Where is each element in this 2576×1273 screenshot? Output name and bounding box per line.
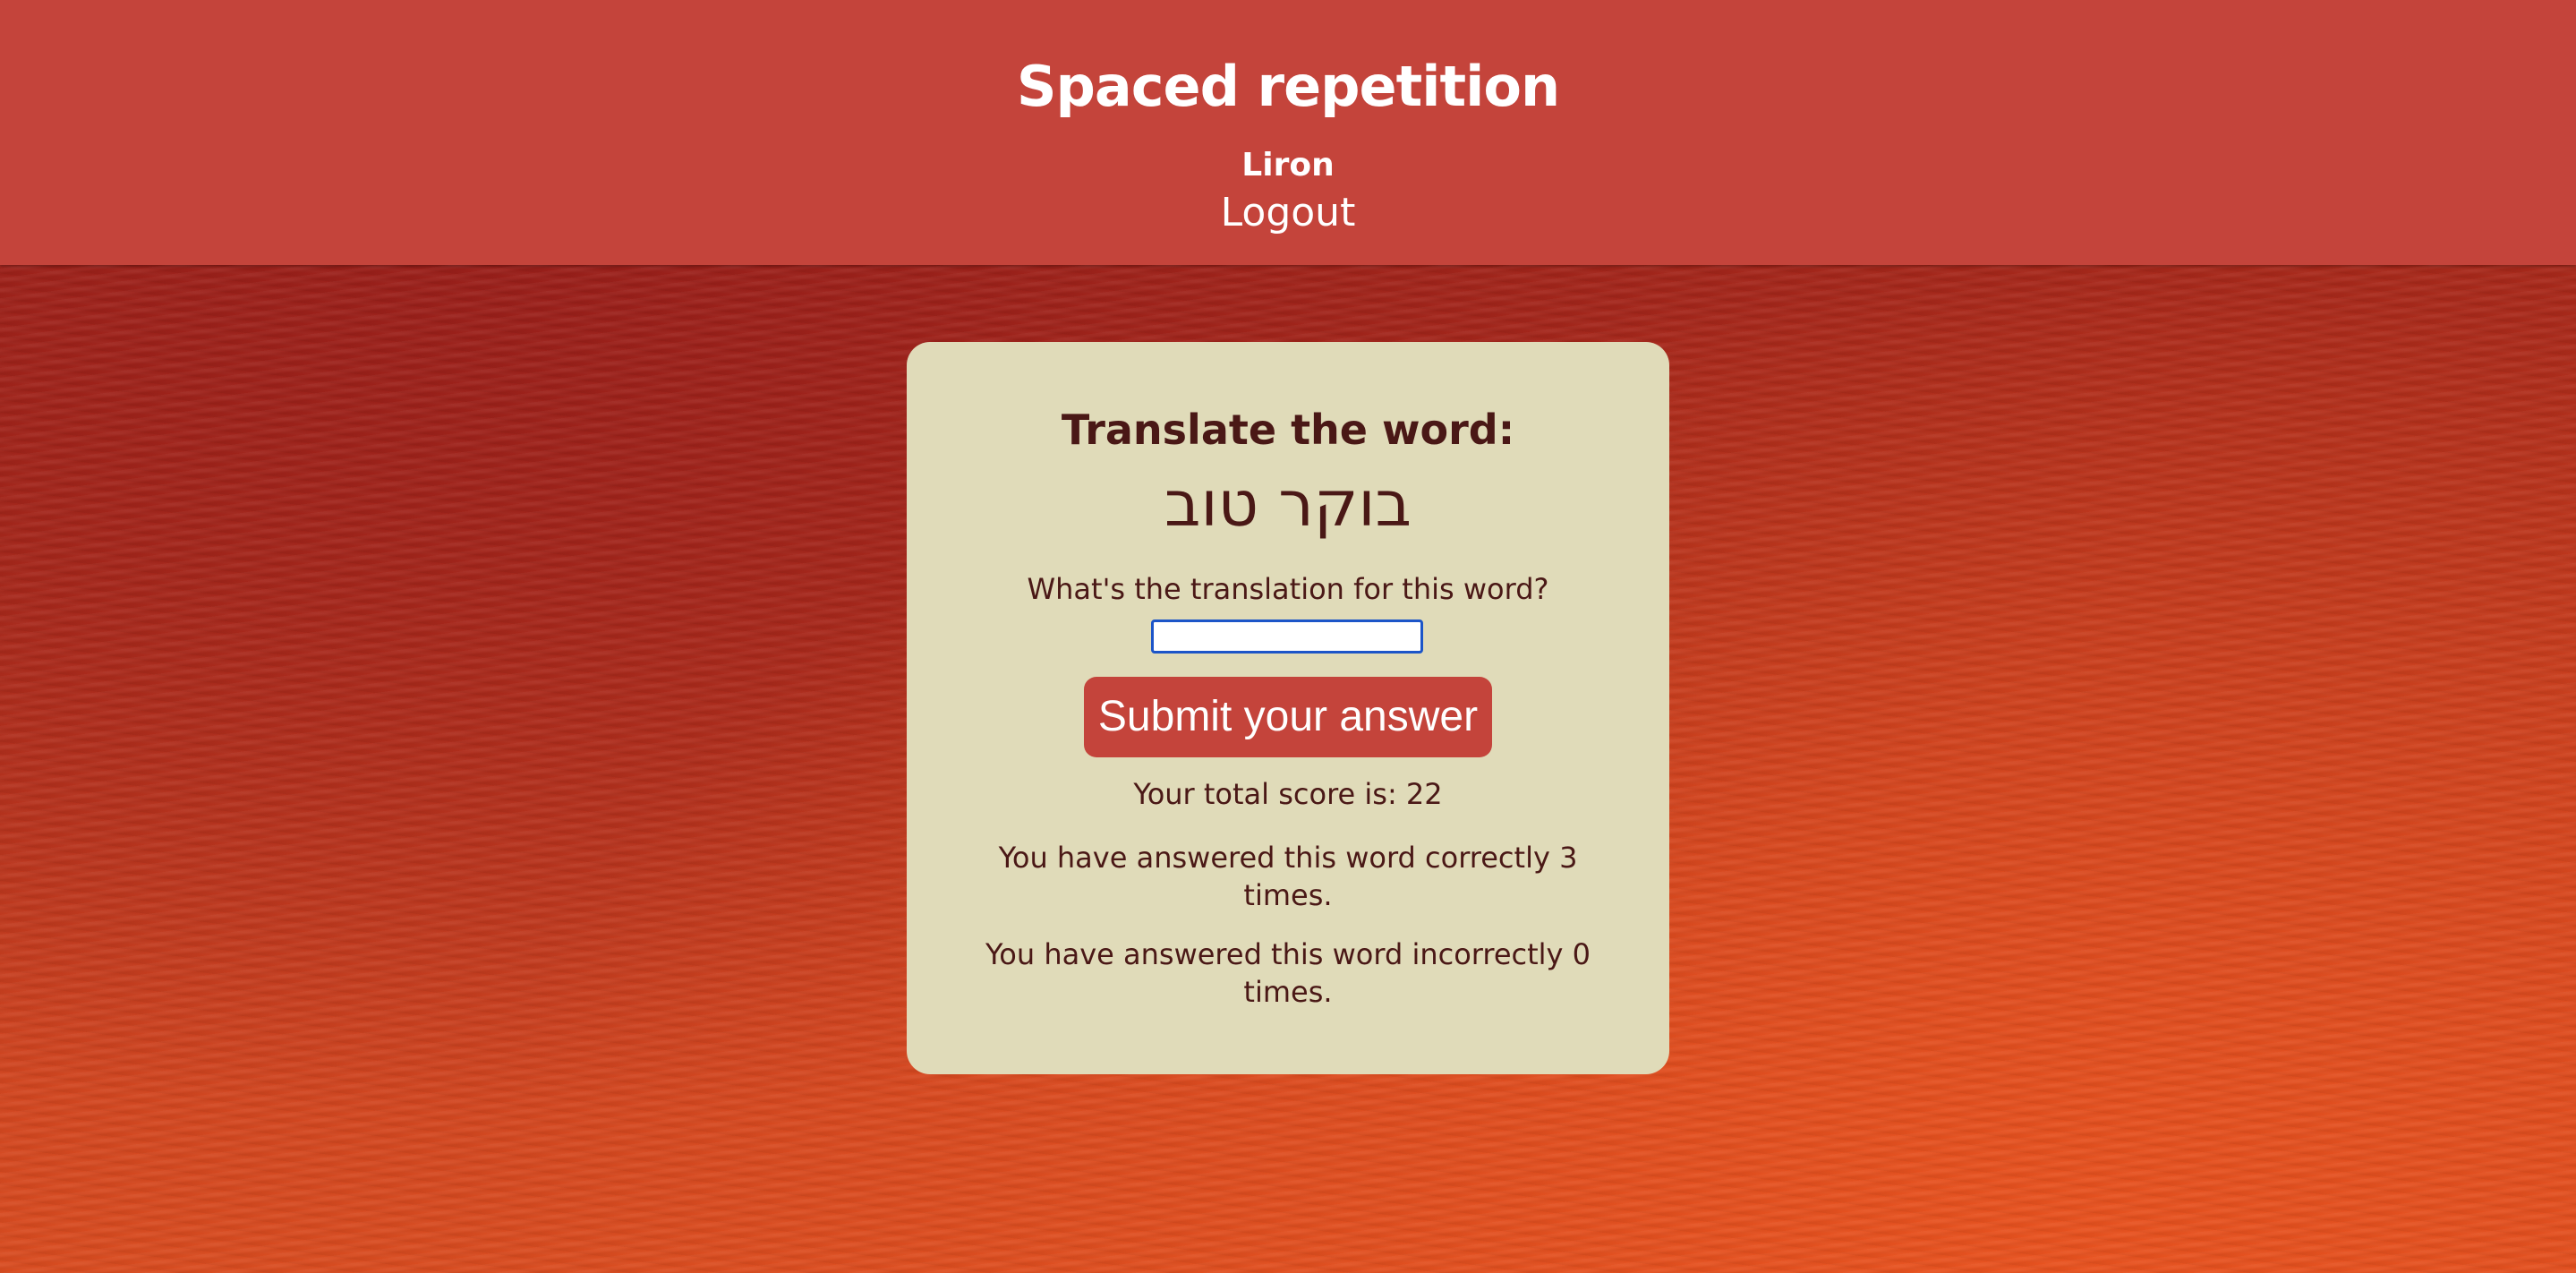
submit-answer-button[interactable]: Submit your answer [1084, 677, 1492, 757]
app-header: Spaced repetition Liron Logout [0, 0, 2576, 265]
translation-question-label: What's the translation for this word? [1027, 572, 1549, 606]
total-score-text: Your total score is: 22 [1133, 777, 1443, 811]
translation-input[interactable] [1151, 619, 1423, 654]
translate-heading: Translate the word: [1061, 406, 1515, 454]
logout-row: Logout [0, 186, 2576, 240]
word-to-translate: בוקר טוב [1164, 467, 1412, 541]
logout-link[interactable]: Logout [1221, 190, 1356, 235]
correct-count-text: You have answered this word correctly 3 … [998, 841, 1578, 912]
incorrect-count-text: You have answered this word incorrectly … [985, 937, 1591, 1009]
user-name: Liron [1241, 147, 1335, 184]
site-title: Spaced repetition [1016, 54, 1560, 119]
